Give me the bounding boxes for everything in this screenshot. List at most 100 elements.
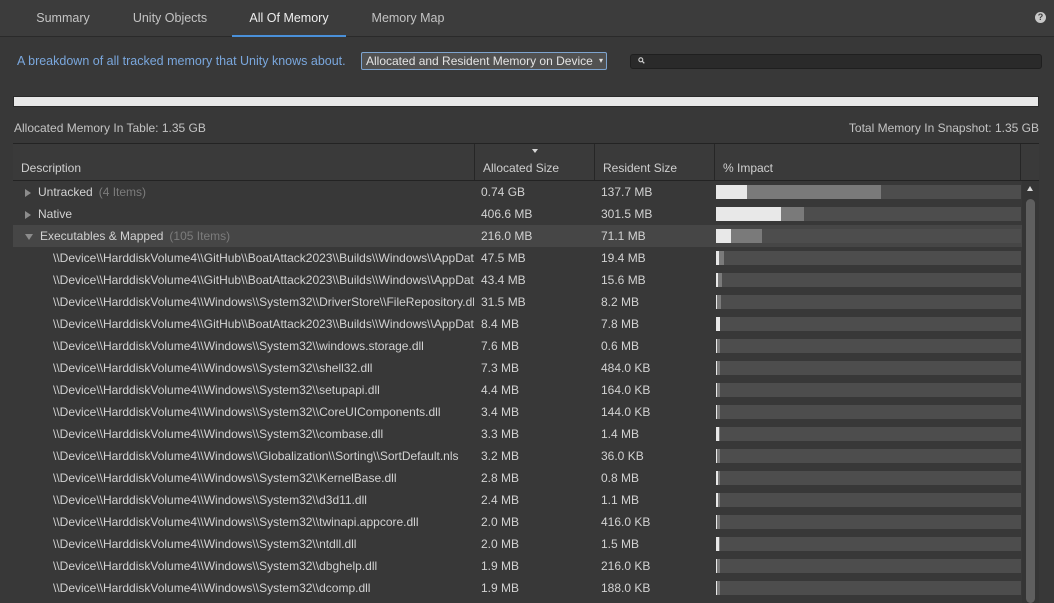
table-row[interactable]: \\Device\\HarddiskVolume4\\Windows\\Syst… bbox=[13, 401, 1039, 423]
scroll-up-arrow-icon[interactable] bbox=[1027, 186, 1033, 191]
impact-bar bbox=[716, 185, 1021, 199]
impact-bar-allocated bbox=[716, 251, 719, 265]
impact-bar-allocated bbox=[716, 185, 747, 199]
view-description: A breakdown of all tracked memory that U… bbox=[17, 54, 346, 68]
row-resident-size: 1.5 MB bbox=[601, 537, 640, 551]
row-name: \\Device\\HarddiskVolume4\\Windows\\Syst… bbox=[53, 383, 380, 397]
impact-bar-allocated bbox=[716, 515, 717, 529]
row-allocated-size: 47.5 MB bbox=[481, 251, 526, 265]
impact-bar bbox=[716, 317, 1021, 331]
row-resident-size: 301.5 MB bbox=[601, 207, 653, 221]
tab-bar: Summary Unity Objects All Of Memory Memo… bbox=[0, 0, 1054, 37]
row-name: \\Device\\HarddiskVolume4\\Windows\\Syst… bbox=[53, 295, 474, 309]
row-description: \\Device\\HarddiskVolume4\\GitHub\\BoatA… bbox=[13, 269, 474, 291]
table-row[interactable]: \\Device\\HarddiskVolume4\\Windows\\Syst… bbox=[13, 357, 1039, 379]
impact-bar bbox=[716, 515, 1021, 529]
memory-usage-bar bbox=[13, 96, 1039, 107]
row-resident-size: 1.4 MB bbox=[601, 427, 640, 441]
table-row[interactable]: \\Device\\HarddiskVolume4\\Windows\\Syst… bbox=[13, 577, 1039, 599]
impact-bar-allocated bbox=[716, 471, 718, 485]
row-allocated-size: 406.6 MB bbox=[481, 207, 533, 221]
row-name: \\Device\\HarddiskVolume4\\GitHub\\BoatA… bbox=[53, 273, 474, 287]
tab-memory-map[interactable]: Memory Map bbox=[357, 0, 459, 36]
table-row[interactable]: \\Device\\HarddiskVolume4\\Windows\\Syst… bbox=[13, 291, 1039, 313]
allocated-memory-in-table: Allocated Memory In Table: 1.35 GB bbox=[14, 121, 206, 135]
search-input[interactable] bbox=[630, 54, 1042, 69]
table-row[interactable]: \\Device\\HarddiskVolume4\\GitHub\\BoatA… bbox=[13, 313, 1039, 335]
row-resident-size: 15.6 MB bbox=[601, 273, 646, 287]
impact-bar bbox=[716, 251, 1021, 265]
impact-bar bbox=[716, 207, 1021, 221]
column-header-description[interactable]: Description bbox=[13, 144, 475, 180]
column-header-allocated-size[interactable]: Allocated Size bbox=[475, 144, 595, 180]
row-allocated-size: 0.74 GB bbox=[481, 185, 526, 199]
row-allocated-size: 8.4 MB bbox=[481, 317, 520, 331]
row-allocated-size: 2.4 MB bbox=[481, 493, 520, 507]
table-row-group[interactable]: Executables & Mapped (105 Items) 216.0 MB 7… bbox=[13, 225, 1039, 247]
table-row[interactable]: \\Device\\HarddiskVolume4\\Windows\\Syst… bbox=[13, 489, 1039, 511]
row-description: \\Device\\HarddiskVolume4\\Windows\\Syst… bbox=[13, 335, 474, 357]
tab-unity-objects[interactable]: Unity Objects bbox=[119, 0, 221, 36]
row-allocated-size: 7.6 MB bbox=[481, 339, 520, 353]
table-header: Description Allocated Size Resident Size… bbox=[13, 144, 1039, 181]
row-description: \\Device\\HarddiskVolume4\\Windows\\Syst… bbox=[13, 357, 474, 379]
impact-bar-allocated bbox=[716, 229, 731, 243]
row-description: \\Device\\HarddiskVolume4\\Windows\\Syst… bbox=[13, 401, 474, 423]
row-resident-size: 164.0 KB bbox=[601, 383, 651, 397]
impact-bar bbox=[716, 405, 1021, 419]
row-resident-size: 216.0 KB bbox=[601, 559, 651, 573]
table-row[interactable]: \\Device\\HarddiskVolume4\\Windows\\Syst… bbox=[13, 467, 1039, 489]
table-row-group[interactable]: Untracked (4 Items) 0.74 GB 137.7 MB bbox=[13, 181, 1039, 203]
table-row[interactable]: \\Device\\HarddiskVolume4\\Windows\\Syst… bbox=[13, 555, 1039, 577]
row-description: \\Device\\HarddiskVolume4\\Windows\\Syst… bbox=[13, 489, 474, 511]
row-resident-size: 19.4 MB bbox=[601, 251, 646, 265]
sort-descending-icon bbox=[531, 149, 538, 153]
table-row[interactable]: \\Device\\HarddiskVolume4\\Windows\\Syst… bbox=[13, 511, 1039, 533]
tab-summary[interactable]: Summary bbox=[24, 0, 102, 36]
row-description: \\Device\\HarddiskVolume4\\Windows\\Syst… bbox=[13, 291, 474, 313]
row-resident-size: 416.0 KB bbox=[601, 515, 651, 529]
scrollbar-thumb[interactable] bbox=[1026, 199, 1035, 603]
row-description: \\Device\\HarddiskVolume4\\Windows\\Glob… bbox=[13, 445, 474, 467]
table-row[interactable]: \\Device\\HarddiskVolume4\\Windows\\Glob… bbox=[13, 445, 1039, 467]
row-resident-size: 188.0 KB bbox=[601, 581, 651, 595]
impact-bar bbox=[716, 383, 1021, 397]
row-allocated-size: 3.3 MB bbox=[481, 427, 520, 441]
impact-bar-allocated bbox=[716, 339, 717, 353]
vertical-scrollbar[interactable] bbox=[1022, 181, 1039, 603]
table-row[interactable]: \\Device\\HarddiskVolume4\\GitHub\\BoatA… bbox=[13, 269, 1039, 291]
row-name: \\Device\\HarddiskVolume4\\Windows\\Syst… bbox=[53, 515, 419, 529]
table-row[interactable]: \\Device\\HarddiskVolume4\\Windows\\Syst… bbox=[13, 423, 1039, 445]
row-name: \\Device\\HarddiskVolume4\\Windows\\Syst… bbox=[53, 537, 357, 551]
table-row[interactable]: \\Device\\HarddiskVolume4\\Windows\\Syst… bbox=[13, 335, 1039, 357]
impact-bar-allocated bbox=[716, 449, 717, 463]
impact-bar-allocated bbox=[716, 317, 720, 331]
row-resident-size: 71.1 MB bbox=[601, 229, 646, 243]
impact-bar bbox=[716, 273, 1021, 287]
row-name: \\Device\\HarddiskVolume4\\Windows\\Syst… bbox=[53, 361, 373, 375]
impact-bar-allocated bbox=[716, 295, 717, 309]
row-description: \\Device\\HarddiskVolume4\\GitHub\\BoatA… bbox=[13, 313, 474, 335]
impact-bar bbox=[716, 559, 1021, 573]
column-header-resident-size[interactable]: Resident Size bbox=[595, 144, 715, 180]
row-description: \\Device\\HarddiskVolume4\\Windows\\Syst… bbox=[13, 467, 474, 489]
expand-arrow-right-icon[interactable] bbox=[25, 210, 31, 219]
table-row-group[interactable]: Native 406.6 MB 301.5 MB bbox=[13, 203, 1039, 225]
tab-all-of-memory[interactable]: All Of Memory bbox=[232, 0, 346, 37]
table-row[interactable]: \\Device\\HarddiskVolume4\\GitHub\\BoatA… bbox=[13, 247, 1039, 269]
help-icon[interactable]: ? bbox=[1035, 12, 1046, 23]
impact-bar bbox=[716, 581, 1021, 595]
memory-mode-dropdown[interactable]: Allocated and Resident Memory on Device … bbox=[361, 52, 607, 70]
column-header-impact[interactable]: % Impact bbox=[715, 144, 1021, 180]
impact-bar bbox=[716, 427, 1021, 441]
row-name: \\Device\\HarddiskVolume4\\Windows\\Syst… bbox=[53, 493, 367, 507]
total-memory-in-snapshot: Total Memory In Snapshot: 1.35 GB bbox=[848, 121, 1039, 135]
table-row[interactable]: \\Device\\HarddiskVolume4\\Windows\\Syst… bbox=[13, 379, 1039, 401]
impact-bar-allocated bbox=[716, 581, 717, 595]
impact-bar-allocated bbox=[716, 427, 719, 441]
row-description: Native bbox=[13, 203, 474, 225]
row-allocated-size: 1.9 MB bbox=[481, 581, 520, 595]
expand-arrow-right-icon[interactable] bbox=[25, 188, 31, 197]
expand-arrow-down-icon[interactable] bbox=[25, 233, 33, 240]
table-row[interactable]: \\Device\\HarddiskVolume4\\Windows\\Syst… bbox=[13, 533, 1039, 555]
